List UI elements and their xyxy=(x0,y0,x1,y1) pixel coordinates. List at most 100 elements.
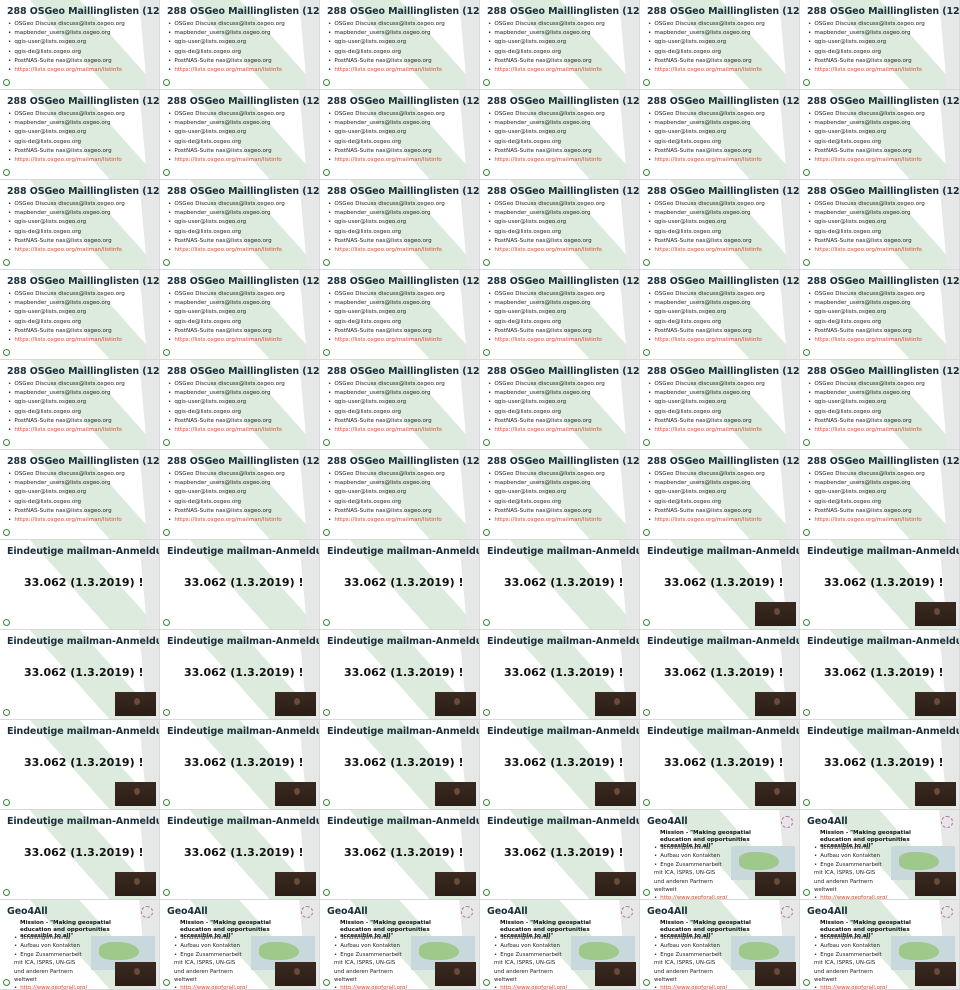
slide-thumbnail-mailing[interactable]: 288 OSGeo Maillinglisten (12.12.2018) OSG… xyxy=(160,270,320,360)
listinfo-link[interactable]: https://lists.osgeo.org/mailman/listinfo xyxy=(168,156,285,165)
slide-thumbnail-geo4all[interactable]: Geo4All Mission - "Making geospatial educ… xyxy=(320,900,480,990)
listinfo-link[interactable]: https://lists.osgeo.org/mailman/listinfo xyxy=(8,336,125,345)
listinfo-link[interactable]: https://lists.osgeo.org/mailman/listinfo xyxy=(808,66,925,75)
listinfo-link[interactable]: https://lists.osgeo.org/mailman/listinfo xyxy=(328,426,445,435)
slide-thumbnail-mailing[interactable]: 288 OSGeo Maillinglisten (12.12.2018) OSG… xyxy=(800,270,960,360)
listinfo-link[interactable]: https://lists.osgeo.org/mailman/listinfo xyxy=(328,246,445,255)
listinfo-link[interactable]: https://lists.osgeo.org/mailman/listinfo xyxy=(488,66,605,75)
slide-thumbnail-mailman[interactable]: Eindeutige mailman-Anmeldungen 33.062 (1.… xyxy=(160,810,320,900)
slide-thumbnail-mailman[interactable]: Eindeutige mailman-Anmeldungen 33.062 (1.… xyxy=(800,540,960,630)
slide-thumbnail-mailman[interactable]: Eindeutige mailman-Anmeldungen 33.062 (1.… xyxy=(0,540,160,630)
slide-thumbnail-mailing[interactable]: 288 OSGeo Maillinglisten (12.12.2018) OSG… xyxy=(800,180,960,270)
listinfo-link[interactable]: https://lists.osgeo.org/mailman/listinfo xyxy=(8,246,125,255)
slide-thumbnail-mailman[interactable]: Eindeutige mailman-Anmeldungen 33.062 (1.… xyxy=(0,630,160,720)
listinfo-link[interactable]: https://lists.osgeo.org/mailman/listinfo xyxy=(648,66,765,75)
slide-thumbnail-mailing[interactable]: 288 OSGeo Maillinglisten (12.12.2018) OSG… xyxy=(160,0,320,90)
slide-thumbnail-mailman[interactable]: Eindeutige mailman-Anmeldungen 33.062 (1.… xyxy=(640,540,800,630)
slide-thumbnail-mailman[interactable]: Eindeutige mailman-Anmeldungen 33.062 (1.… xyxy=(800,630,960,720)
slide-thumbnail-mailing[interactable]: 288 OSGeo Maillinglisten (12.12.2018) OSG… xyxy=(320,90,480,180)
geoforall-link[interactable]: http://www.geoforall.org/ xyxy=(814,984,887,989)
slide-thumbnail-mailing[interactable]: 288 OSGeo Maillinglisten (12.12.2018) OSG… xyxy=(480,0,640,90)
listinfo-link[interactable]: https://lists.osgeo.org/mailman/listinfo xyxy=(168,66,285,75)
listinfo-link[interactable]: https://lists.osgeo.org/mailman/listinfo xyxy=(808,336,925,345)
listinfo-link[interactable]: https://lists.osgeo.org/mailman/listinfo xyxy=(328,336,445,345)
slide-thumbnail-mailman[interactable]: Eindeutige mailman-Anmeldungen 33.062 (1.… xyxy=(0,720,160,810)
listinfo-link[interactable]: https://lists.osgeo.org/mailman/listinfo xyxy=(488,426,605,435)
slide-thumbnail-mailing[interactable]: 288 OSGeo Maillinglisten (12.12.2018) OSG… xyxy=(640,180,800,270)
slide-thumbnail-mailman[interactable]: Eindeutige mailman-Anmeldungen 33.062 (1.… xyxy=(480,810,640,900)
slide-thumbnail-mailing[interactable]: 288 OSGeo Maillinglisten (12.12.2018) OSG… xyxy=(640,450,800,540)
slide-thumbnail-mailing[interactable]: 288 OSGeo Maillinglisten (12.12.2018) OSG… xyxy=(0,180,160,270)
slide-thumbnail-mailing[interactable]: 288 OSGeo Maillinglisten (12.12.2018) OSG… xyxy=(160,180,320,270)
slide-thumbnail-mailman[interactable]: Eindeutige mailman-Anmeldungen 33.062 (1.… xyxy=(800,720,960,810)
slide-thumbnail-mailing[interactable]: 288 OSGeo Maillinglisten (12.12.2018) OSG… xyxy=(320,0,480,90)
listinfo-link[interactable]: https://lists.osgeo.org/mailman/listinfo xyxy=(328,66,445,75)
slide-thumbnail-mailing[interactable]: 288 OSGeo Maillinglisten (12.12.2018) OSG… xyxy=(320,360,480,450)
slide-thumbnail-mailing[interactable]: 288 OSGeo Maillinglisten (12.12.2018) OSG… xyxy=(480,360,640,450)
slide-thumbnail-mailing[interactable]: 288 OSGeo Maillinglisten (12.12.2018) OSG… xyxy=(480,90,640,180)
slide-thumbnail-mailman[interactable]: Eindeutige mailman-Anmeldungen 33.062 (1.… xyxy=(640,720,800,810)
listinfo-link[interactable]: https://lists.osgeo.org/mailman/listinfo xyxy=(808,426,925,435)
listinfo-link[interactable]: https://lists.osgeo.org/mailman/listinfo xyxy=(168,516,285,525)
listinfo-link[interactable]: https://lists.osgeo.org/mailman/listinfo xyxy=(8,156,125,165)
slide-thumbnail-mailing[interactable]: 288 OSGeo Maillinglisten (12.12.2018) OSG… xyxy=(640,0,800,90)
slide-thumbnail-mailing[interactable]: 288 OSGeo Maillinglisten (12.12.2018) OSG… xyxy=(160,450,320,540)
slide-thumbnail-geo4all[interactable]: Geo4All Mission - "Making geospatial educ… xyxy=(800,900,960,990)
geoforall-link[interactable]: http://www.geoforall.org/ xyxy=(174,984,247,989)
slide-thumbnail-geo4all[interactable]: Geo4All Mission - "Making geospatial educ… xyxy=(480,900,640,990)
slide-thumbnail-mailing[interactable]: 288 OSGeo Maillinglisten (12.12.2018) OSG… xyxy=(0,450,160,540)
slide-thumbnail-geo4all[interactable]: Geo4All Mission - "Making geospatial educ… xyxy=(640,810,800,900)
slide-thumbnail-mailing[interactable]: 288 OSGeo Maillinglisten (12.12.2018) OSG… xyxy=(800,90,960,180)
slide-thumbnail-mailing[interactable]: 288 OSGeo Maillinglisten (12.12.2018) OSG… xyxy=(160,360,320,450)
listinfo-link[interactable]: https://lists.osgeo.org/mailman/listinfo xyxy=(488,246,605,255)
slide-thumbnail-mailing[interactable]: 288 OSGeo Maillinglisten (12.12.2018) OSG… xyxy=(320,450,480,540)
slide-thumbnail-mailman[interactable]: Eindeutige mailman-Anmeldungen 33.062 (1.… xyxy=(0,810,160,900)
geoforall-link[interactable]: http://www.geoforall.org/ xyxy=(334,984,407,989)
slide-thumbnail-mailman[interactable]: Eindeutige mailman-Anmeldungen 33.062 (1.… xyxy=(160,540,320,630)
slide-thumbnail-mailing[interactable]: 288 OSGeo Maillinglisten (12.12.2018) OSG… xyxy=(0,270,160,360)
slide-thumbnail-mailman[interactable]: Eindeutige mailman-Anmeldungen 33.062 (1.… xyxy=(480,720,640,810)
slide-thumbnail-mailing[interactable]: 288 OSGeo Maillinglisten (12.12.2018) OSG… xyxy=(640,270,800,360)
slide-thumbnail-mailman[interactable]: Eindeutige mailman-Anmeldungen 33.062 (1.… xyxy=(160,630,320,720)
slide-thumbnail-mailing[interactable]: 288 OSGeo Maillinglisten (12.12.2018) OSG… xyxy=(800,360,960,450)
listinfo-link[interactable]: https://lists.osgeo.org/mailman/listinfo xyxy=(168,246,285,255)
slide-thumbnail-mailing[interactable]: 288 OSGeo Maillinglisten (12.12.2018) OSG… xyxy=(800,450,960,540)
listinfo-link[interactable]: https://lists.osgeo.org/mailman/listinfo xyxy=(8,516,125,525)
listinfo-link[interactable]: https://lists.osgeo.org/mailman/listinfo xyxy=(648,426,765,435)
slide-thumbnail-geo4all[interactable]: Geo4All Mission - "Making geospatial educ… xyxy=(800,810,960,900)
slide-thumbnail-mailman[interactable]: Eindeutige mailman-Anmeldungen 33.062 (1.… xyxy=(160,720,320,810)
listinfo-link[interactable]: https://lists.osgeo.org/mailman/listinfo xyxy=(808,516,925,525)
slide-thumbnail-mailing[interactable]: 288 OSGeo Maillinglisten (12.12.2018) OSG… xyxy=(480,450,640,540)
slide-thumbnail-mailman[interactable]: Eindeutige mailman-Anmeldungen 33.062 (1.… xyxy=(480,630,640,720)
listinfo-link[interactable]: https://lists.osgeo.org/mailman/listinfo xyxy=(168,426,285,435)
slide-thumbnail-mailman[interactable]: Eindeutige mailman-Anmeldungen 33.062 (1.… xyxy=(320,540,480,630)
geoforall-link[interactable]: http://www.geoforall.org/ xyxy=(494,984,567,989)
slide-thumbnail-mailing[interactable]: 288 OSGeo Maillinglisten (12.12.2018) OSG… xyxy=(0,90,160,180)
listinfo-link[interactable]: https://lists.osgeo.org/mailman/listinfo xyxy=(648,336,765,345)
slide-thumbnail-mailman[interactable]: Eindeutige mailman-Anmeldungen 33.062 (1.… xyxy=(320,810,480,900)
slide-thumbnail-mailing[interactable]: 288 OSGeo Maillinglisten (12.12.2018) OSG… xyxy=(640,90,800,180)
listinfo-link[interactable]: https://lists.osgeo.org/mailman/listinfo xyxy=(648,246,765,255)
geoforall-link[interactable]: http://www.geoforall.org/ xyxy=(14,984,87,989)
slide-thumbnail-mailman[interactable]: Eindeutige mailman-Anmeldungen 33.062 (1.… xyxy=(480,540,640,630)
slide-thumbnail-mailing[interactable]: 288 OSGeo Maillinglisten (12.12.2018) OSG… xyxy=(480,270,640,360)
slide-thumbnail-geo4all[interactable]: Geo4All Mission - "Making geospatial educ… xyxy=(0,900,160,990)
listinfo-link[interactable]: https://lists.osgeo.org/mailman/listinfo xyxy=(488,336,605,345)
listinfo-link[interactable]: https://lists.osgeo.org/mailman/listinfo xyxy=(8,426,125,435)
geoforall-link[interactable]: http://www.geoforall.org/ xyxy=(654,984,727,989)
slide-thumbnail-mailing[interactable]: 288 OSGeo Maillinglisten (12.12.2018) OSG… xyxy=(320,180,480,270)
slide-thumbnail-mailing[interactable]: 288 OSGeo Maillinglisten (12.12.2018) OSG… xyxy=(0,0,160,90)
listinfo-link[interactable]: https://lists.osgeo.org/mailman/listinfo xyxy=(488,516,605,525)
slide-thumbnail-mailing[interactable]: 288 OSGeo Maillinglisten (12.12.2018) OSG… xyxy=(160,90,320,180)
slide-thumbnail-mailing[interactable]: 288 OSGeo Maillinglisten (12.12.2018) OSG… xyxy=(480,180,640,270)
slide-thumbnail-mailman[interactable]: Eindeutige mailman-Anmeldungen 33.062 (1.… xyxy=(320,720,480,810)
listinfo-link[interactable]: https://lists.osgeo.org/mailman/listinfo xyxy=(808,156,925,165)
slide-thumbnail-mailing[interactable]: 288 OSGeo Maillinglisten (12.12.2018) OSG… xyxy=(640,360,800,450)
slide-thumbnail-mailing[interactable]: 288 OSGeo Maillinglisten (12.12.2018) OSG… xyxy=(0,360,160,450)
listinfo-link[interactable]: https://lists.osgeo.org/mailman/listinfo xyxy=(168,336,285,345)
listinfo-link[interactable]: https://lists.osgeo.org/mailman/listinfo xyxy=(328,516,445,525)
listinfo-link[interactable]: https://lists.osgeo.org/mailman/listinfo xyxy=(488,156,605,165)
slide-thumbnail-mailman[interactable]: Eindeutige mailman-Anmeldungen 33.062 (1.… xyxy=(640,630,800,720)
listinfo-link[interactable]: https://lists.osgeo.org/mailman/listinfo xyxy=(808,246,925,255)
slide-thumbnail-mailman[interactable]: Eindeutige mailman-Anmeldungen 33.062 (1.… xyxy=(320,630,480,720)
